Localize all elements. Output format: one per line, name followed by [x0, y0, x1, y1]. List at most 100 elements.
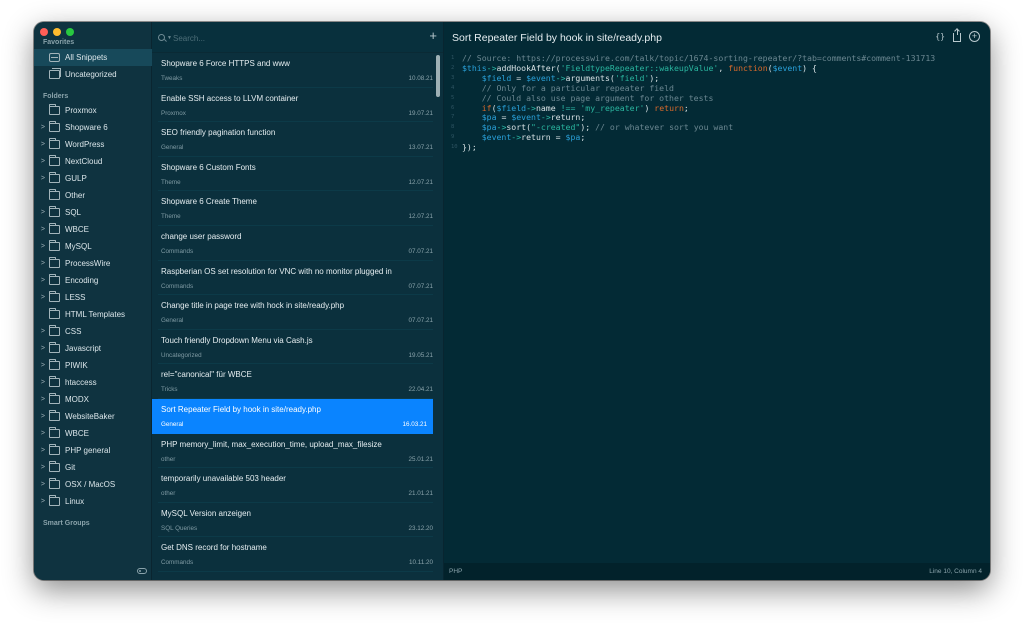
snippet-list-item[interactable]: MySQL Version anzeigen SQL Queries 23.12…: [158, 503, 433, 538]
folder-icon: [49, 461, 60, 472]
snippet-list-item[interactable]: Shopware 6 Create Theme Theme 12.07.21: [158, 191, 433, 226]
language-selector[interactable]: PHP: [449, 568, 462, 575]
chevron-right-icon[interactable]: >: [35, 226, 45, 233]
chevron-right-icon[interactable]: >: [35, 209, 45, 216]
sidebar-folder-htaccess[interactable]: > htaccess: [34, 374, 152, 391]
sidebar-item-label: WordPress: [65, 140, 105, 149]
snippet-list-item[interactable]: Shopware 6 Force HTTPS and www Tweaks 10…: [158, 53, 433, 88]
add-snippet-button[interactable]: +: [429, 29, 437, 42]
sidebar-folder-less[interactable]: > LESS: [34, 289, 152, 306]
chevron-right-icon[interactable]: >: [35, 294, 45, 301]
sidebar-item-label: Other: [65, 191, 86, 200]
sidebar-folder-proxmox[interactable]: Proxmox: [34, 102, 152, 119]
line-number: 10: [451, 144, 458, 151]
sidebar-folder-css[interactable]: > CSS: [34, 323, 152, 340]
chevron-right-icon[interactable]: >: [35, 243, 45, 250]
sidebar-item-all-snippets[interactable]: All Snippets: [34, 49, 152, 66]
chevron-right-icon[interactable]: >: [35, 464, 45, 471]
sidebar-folder-sql[interactable]: > SQL: [34, 204, 152, 221]
sidebar-folder-processwire[interactable]: > ProcessWire: [34, 255, 152, 272]
sidebar-folder-php-general[interactable]: > PHP general: [34, 442, 152, 459]
add-fragment-button[interactable]: +: [969, 30, 980, 42]
snippet-list-item[interactable]: temporarily unavailable 503 header other…: [158, 468, 433, 503]
chevron-right-icon[interactable]: >: [35, 396, 45, 403]
chevron-right-icon[interactable]: >: [35, 481, 45, 488]
chevron-right-icon[interactable]: >: [35, 498, 45, 505]
snippet-list-item[interactable]: Change title in page tree with hock in s…: [158, 295, 433, 330]
snippet-date: 07.07.21: [408, 247, 433, 255]
snippet-list-item[interactable]: SEO friendly pagination function General…: [158, 122, 433, 157]
snippet-list-item[interactable]: Shopware 6 Custom Fonts Theme 12.07.21: [158, 157, 433, 192]
chevron-right-icon[interactable]: >: [35, 124, 45, 131]
snippet-date: 07.07.21: [408, 317, 433, 325]
line-number: 4: [451, 84, 455, 91]
snippet-list-item[interactable]: Get DNS record for hostname Commands 10.…: [158, 537, 433, 572]
snippet-list-item[interactable]: Enable SSH access to LLVM container Prox…: [158, 88, 433, 123]
snippet-category: Proxmox: [161, 109, 186, 117]
sidebar-folder-wordpress[interactable]: > WordPress: [34, 136, 152, 153]
snippet-list-item[interactable]: Touch friendly Dropdown Menu via Cash.js…: [158, 330, 433, 365]
chevron-right-icon[interactable]: >: [35, 430, 45, 437]
folder-icon: [49, 223, 60, 234]
snippet-list-item[interactable]: change user password Commands 07.07.21: [158, 226, 433, 261]
snippet-list-item[interactable]: Sort Repeater Field by hook in site/read…: [152, 398, 433, 434]
format-code-button[interactable]: {}: [935, 32, 945, 41]
sidebar-folder-git[interactable]: > Git: [34, 459, 152, 476]
sidebar-folder-encoding[interactable]: > Encoding: [34, 272, 152, 289]
sidebar-item-label: OSX / MacOS: [65, 480, 116, 489]
sidebar-folder-nextcloud[interactable]: > NextCloud: [34, 153, 152, 170]
line-number: 7: [451, 114, 455, 121]
sidebar-folder-osx-macos[interactable]: > OSX / MacOS: [34, 476, 152, 493]
search-options-caret-icon[interactable]: ▼: [167, 35, 172, 41]
code-editor[interactable]: 1// Source: https://processwire.com/talk…: [448, 53, 935, 153]
close-window-button[interactable]: [40, 28, 48, 36]
snippet-list-item[interactable]: rel="canonical" für WBCE Tricks 22.04.21: [158, 364, 433, 399]
chevron-right-icon[interactable]: >: [35, 345, 45, 352]
snippet-list-item[interactable]: Raspberian OS set resolution for VNC wit…: [158, 261, 433, 296]
snippet-date: 07.07.21: [408, 282, 433, 290]
chevron-right-icon[interactable]: >: [35, 362, 45, 369]
sidebar-folder-wbce[interactable]: > WBCE: [34, 221, 152, 238]
chevron-right-icon[interactable]: >: [35, 277, 45, 284]
folder-icon: [49, 325, 60, 336]
sidebar-folder-mysql[interactable]: > MySQL: [34, 238, 152, 255]
share-icon[interactable]: [953, 29, 961, 42]
list-scrollbar[interactable]: [436, 55, 440, 97]
sidebar-folder-websitebaker[interactable]: > WebsiteBaker: [34, 408, 152, 425]
sidebar-folder-html-templates[interactable]: HTML Templates: [34, 306, 152, 323]
minimize-window-button[interactable]: [53, 28, 61, 36]
sidebar-folder-other[interactable]: Other: [34, 187, 152, 204]
sidebar-toggle-icon[interactable]: [137, 568, 147, 574]
chevron-right-icon[interactable]: >: [35, 175, 45, 182]
snippet-category: General: [161, 144, 184, 152]
sidebar-folder-wbce[interactable]: > WBCE: [34, 425, 152, 442]
sidebar-folder-linux[interactable]: > Linux: [34, 493, 152, 510]
snippet-date: 10.08.21: [408, 75, 433, 82]
chevron-right-icon[interactable]: >: [35, 413, 45, 420]
sidebar-item-label: LESS: [65, 293, 86, 302]
chevron-right-icon[interactable]: >: [35, 379, 45, 386]
snippet-title[interactable]: Sort Repeater Field by hook in site/read…: [452, 32, 662, 44]
chevron-right-icon[interactable]: >: [35, 328, 45, 335]
line-number: 2: [451, 64, 455, 71]
snippet-list-item[interactable]: PHP memory_limit, max_execution_time, up…: [158, 434, 433, 469]
stack-icon: [49, 68, 61, 79]
sidebar-folder-shopware-6[interactable]: > Shopware 6: [34, 119, 152, 136]
zoom-window-button[interactable]: [66, 28, 74, 36]
folder-icon: [49, 189, 60, 200]
sidebar-folder-javascript[interactable]: > Javascript: [34, 340, 152, 357]
search-input[interactable]: [173, 32, 413, 44]
chevron-right-icon[interactable]: >: [35, 141, 45, 148]
sidebar-folder-gulp[interactable]: > GULP: [34, 170, 152, 187]
sidebar-folder-piwik[interactable]: > PIWIK: [34, 357, 152, 374]
chevron-right-icon[interactable]: >: [35, 158, 45, 165]
line-number: 9: [451, 134, 455, 141]
sidebar-item-uncategorized[interactable]: Uncategorized: [34, 66, 152, 83]
search-icon[interactable]: [158, 34, 165, 41]
snippet-category: other: [161, 455, 176, 463]
folder-icon: [49, 291, 60, 302]
chevron-right-icon[interactable]: >: [35, 260, 45, 267]
sidebar-item-label: WebsiteBaker: [65, 412, 115, 421]
sidebar-folder-modx[interactable]: > MODX: [34, 391, 152, 408]
chevron-right-icon[interactable]: >: [35, 447, 45, 454]
